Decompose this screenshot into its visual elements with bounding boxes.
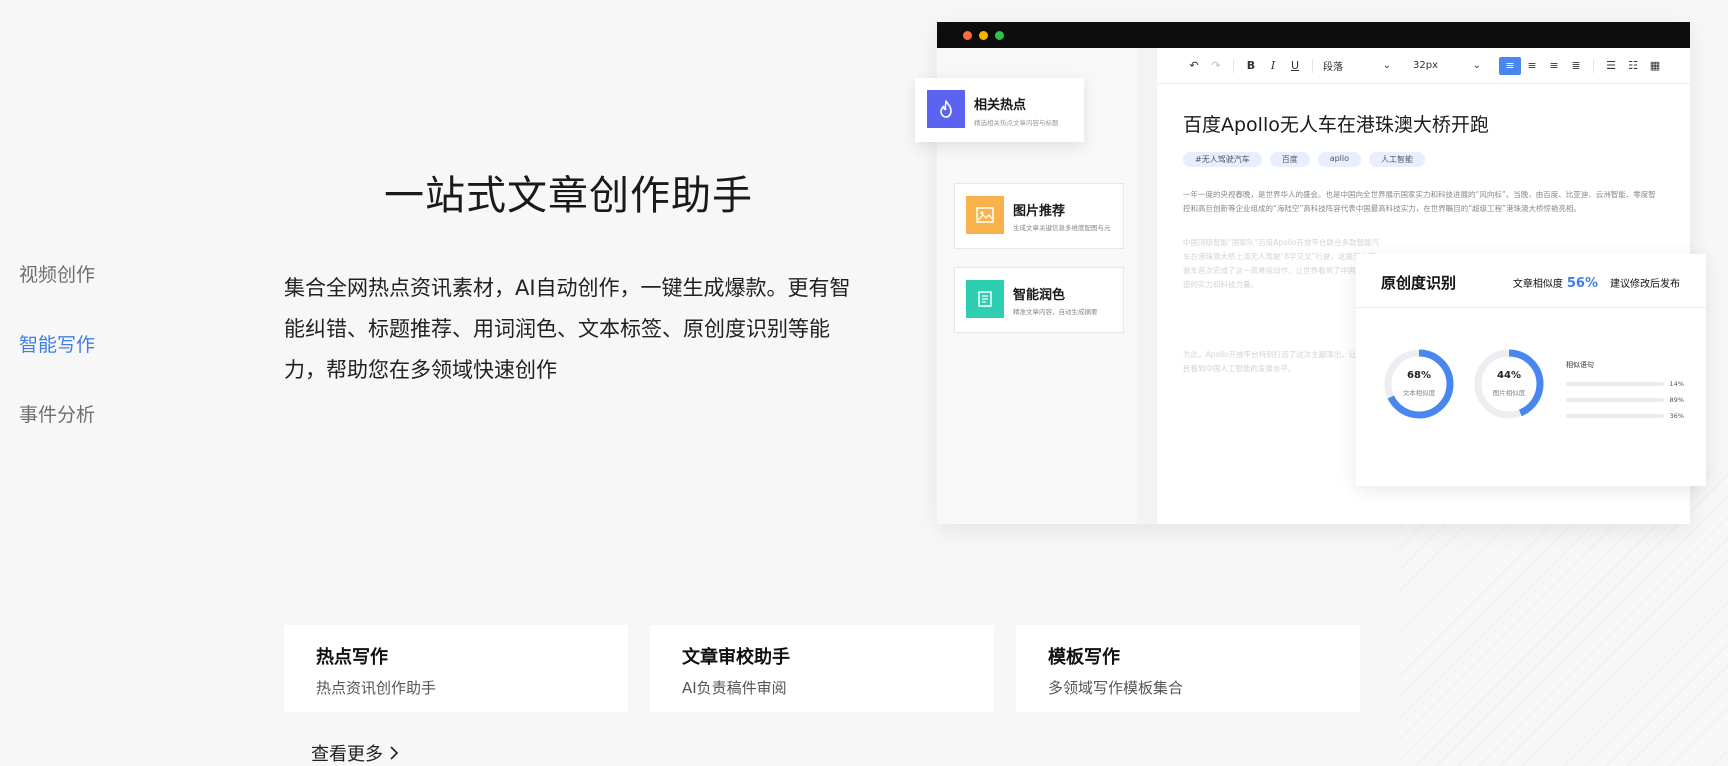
feature-title: 热点写作 xyxy=(316,647,388,668)
paragraph-select[interactable]: 段落 ⌄ xyxy=(1319,57,1395,75)
feature-card-template[interactable]: 模板写作 多领域写作模板集合 xyxy=(1016,625,1360,712)
similar-sentence-row[interactable]: 14% xyxy=(1566,376,1684,392)
article-paragraph: 一年一度的央视春晚，是世界华人的盛会。也是中国向全世界展示国家实力和科技进展的“… xyxy=(1183,190,1656,213)
feature-subtitle: 热点资讯创作助手 xyxy=(316,679,437,697)
chevron-right-icon xyxy=(390,746,399,760)
italic-button[interactable]: I xyxy=(1262,59,1284,72)
image-icon xyxy=(966,196,1004,234)
view-more-label: 查看更多 xyxy=(311,744,383,765)
feature-title: 文章审校助手 xyxy=(682,647,790,668)
window-titlebar xyxy=(937,22,1690,48)
window-minimize-dot xyxy=(979,31,988,40)
feature-card-hot-writing[interactable]: 热点写作 热点资讯创作助手 xyxy=(284,625,628,712)
article-tag[interactable]: #无人驾驶汽车 xyxy=(1183,152,1262,167)
align-justify-icon[interactable]: ≣ xyxy=(1565,59,1587,72)
align-right-icon[interactable]: ≡ xyxy=(1543,59,1565,72)
window-close-dot xyxy=(963,31,972,40)
side-nav-item-video[interactable]: 视频创作 xyxy=(19,258,95,328)
paragraph-select-value: 段落 xyxy=(1323,62,1343,73)
originality-title: 原创度识别 xyxy=(1381,274,1457,292)
font-size-select-value: 32px xyxy=(1413,60,1438,71)
font-size-select[interactable]: 32px ⌄ xyxy=(1409,57,1485,75)
text-similarity-value: 68% xyxy=(1407,370,1431,381)
text-similarity-label: 文本相似度 xyxy=(1402,389,1436,397)
similarity-summary: 文章相似度 56% 建议修改后发布 xyxy=(1513,275,1680,291)
similarity-value: 56% xyxy=(1566,276,1598,291)
hero-description: 集合全网热点资讯素材，AI自动创作，一键生成爆款。更有智能纠错、标题推荐、用词润… xyxy=(284,276,851,382)
article-paragraph: 中国顶级智能“国家队”百度Apollo开放平台联合多款智能汽车在港珠澳大桥上演无… xyxy=(1183,238,1380,289)
side-nav-item-event[interactable]: 事件分析 xyxy=(19,398,95,468)
side-nav-item-writing[interactable]: 智能写作 xyxy=(19,328,95,398)
bullet-list-icon[interactable]: ☷ xyxy=(1622,59,1644,72)
article-paragraph: 为此，Apollo开放平台特别打造了这次主题演出，让全球人民看到中国人工智能的发… xyxy=(1183,350,1379,373)
align-left-icon[interactable]: ≡ xyxy=(1499,56,1521,75)
ordered-list-icon[interactable]: ☰ xyxy=(1600,59,1622,72)
similar-sentences: 相似语句 14% 89% 36% xyxy=(1566,360,1684,424)
image-recommend-subtitle: 生成文章关键信息多维度配图与元 xyxy=(1013,224,1111,232)
feature-subtitle: AI负责稿件审阅 xyxy=(682,679,787,697)
view-more-link[interactable]: 查看更多 xyxy=(311,740,399,766)
underline-button[interactable]: U xyxy=(1284,59,1306,72)
similarity-label: 文章相似度 xyxy=(1512,279,1563,290)
chevron-down-icon: ⌄ xyxy=(1472,60,1481,71)
image-similarity-donut: 44% 图片相似度 xyxy=(1471,346,1547,422)
smart-polish-title: 智能润色 xyxy=(1013,288,1066,303)
related-hot-card[interactable]: 相关热点 精选相关热点文章内容与标题 xyxy=(915,78,1084,142)
article-tag[interactable]: 百度 xyxy=(1269,152,1310,167)
side-nav: 视频创作 智能写作 事件分析 xyxy=(19,258,95,468)
article-tag[interactable]: 人工智能 xyxy=(1369,152,1426,167)
similar-sentence-row[interactable]: 36% xyxy=(1566,408,1684,424)
feature-title: 模板写作 xyxy=(1048,647,1120,668)
editor-toolbar: ↶ ↷ B I U 段落 ⌄ 32px ⌄ ≡ ≡ ≡ ≣ ☰ ☷ ▦ xyxy=(1157,48,1690,84)
image-similarity-label: 图片相似度 xyxy=(1492,389,1526,397)
align-center-icon[interactable]: ≡ xyxy=(1521,59,1543,72)
similar-sentences-header: 相似语句 xyxy=(1566,361,1594,369)
related-hot-title: 相关热点 xyxy=(974,98,1027,113)
smart-polish-card[interactable]: 智能润色 精准文章内容，自动生成摘要 xyxy=(954,267,1124,333)
similar-sentence-row[interactable]: 89% xyxy=(1566,392,1684,408)
article-title: 百度Apollo无人车在港珠澳大桥开跑 xyxy=(1183,114,1489,136)
originality-panel: 原创度识别 文章相似度 56% 建议修改后发布 68% 文本相似度 44% 图片相似… xyxy=(1356,254,1706,486)
redo-icon[interactable]: ↷ xyxy=(1205,59,1227,72)
smart-polish-subtitle: 精准文章内容，自动生成摘要 xyxy=(1013,308,1098,316)
image-recommend-card[interactable]: 图片推荐 生成文章关键信息多维度配图与元 xyxy=(954,183,1124,249)
window-maximize-dot xyxy=(995,31,1004,40)
article-tags: #无人驾驶汽车 百度 apllo 人工智能 xyxy=(1183,152,1426,167)
feature-subtitle: 多领域写作模板集合 xyxy=(1048,679,1184,697)
chevron-down-icon: ⌄ xyxy=(1382,60,1391,71)
undo-icon[interactable]: ↶ xyxy=(1183,59,1205,72)
related-hot-subtitle: 精选相关热点文章内容与标题 xyxy=(974,119,1059,127)
image-recommend-title: 图片推荐 xyxy=(1013,204,1066,219)
article-tag[interactable]: apllo xyxy=(1317,152,1362,167)
publish-suggestion[interactable]: 建议修改后发布 xyxy=(1610,279,1680,290)
flame-icon xyxy=(927,90,965,128)
bold-button[interactable]: B xyxy=(1240,59,1262,72)
text-similarity-donut: 68% 文本相似度 xyxy=(1381,346,1457,422)
feature-card-proofreading[interactable]: 文章审校助手 AI负责稿件审阅 xyxy=(650,625,994,712)
hero-title: 一站式文章创作助手 xyxy=(384,173,753,219)
table-icon[interactable]: ▦ xyxy=(1644,59,1666,72)
image-similarity-value: 44% xyxy=(1497,370,1521,381)
document-icon xyxy=(966,280,1004,318)
